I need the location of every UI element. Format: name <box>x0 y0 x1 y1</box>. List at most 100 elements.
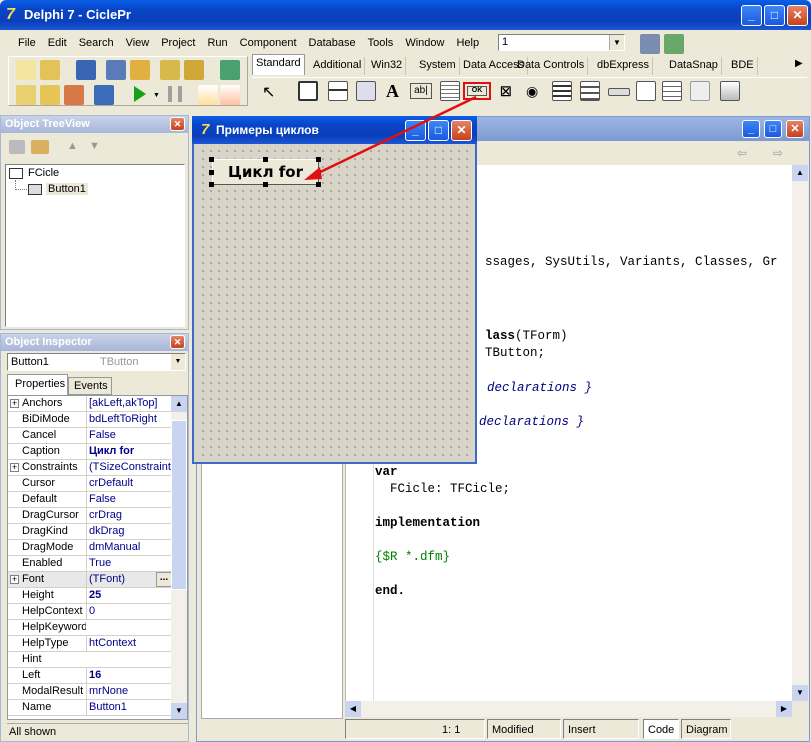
property-value[interactable]: 0 <box>86 604 174 619</box>
remove-from-project-icon[interactable] <box>184 60 204 80</box>
new-form-icon[interactable] <box>94 85 114 105</box>
property-row[interactable]: Cancel False <box>8 428 174 444</box>
menu-item-help[interactable]: Help <box>450 32 485 54</box>
property-value[interactable]: 25 <box>86 588 174 603</box>
font-ellipsis-button[interactable]: ... <box>156 572 172 587</box>
selection-handle[interactable] <box>316 170 321 175</box>
minimize-button[interactable]: _ <box>741 5 762 26</box>
view-unit-icon[interactable] <box>16 85 36 105</box>
property-row[interactable]: HelpContext 0 <box>8 604 174 620</box>
move-up-icon[interactable]: ▲ <box>67 140 78 152</box>
maximize-button[interactable]: □ <box>764 5 785 26</box>
run-icon[interactable] <box>134 86 146 102</box>
selection-handle[interactable] <box>209 182 214 187</box>
code-hscrollbar[interactable]: ◀ ▶ <box>345 701 792 717</box>
selection-handle[interactable] <box>263 157 268 162</box>
palette-scroll-right-icon[interactable]: ▶ <box>795 58 803 69</box>
combobox-icon[interactable] <box>580 81 600 101</box>
pause-icon[interactable] <box>168 86 182 102</box>
label-icon[interactable]: A <box>386 81 399 102</box>
property-row[interactable]: Left 16 <box>8 668 174 684</box>
menu-item-view[interactable]: View <box>120 32 156 54</box>
save-all-icon[interactable] <box>106 60 126 80</box>
code-vscrollbar[interactable]: ▲ ▼ <box>792 165 808 701</box>
treeview-close-button[interactable]: ✕ <box>170 117 185 131</box>
selection-handle[interactable] <box>209 157 214 162</box>
property-row[interactable]: HelpType htContext <box>8 636 174 652</box>
delete-item-icon[interactable] <box>31 140 49 154</box>
scrollbar-icon[interactable] <box>608 88 630 96</box>
property-row[interactable]: Height 25 <box>8 588 174 604</box>
property-row[interactable]: + Font (TFont)... <box>8 572 174 588</box>
editor-close-button[interactable]: ✕ <box>786 120 804 138</box>
desktop-combo[interactable]: 1 ▼ <box>498 34 625 51</box>
open-project-icon[interactable] <box>130 60 150 80</box>
pointer-icon[interactable]: ↖ <box>262 82 275 102</box>
run-dropdown-icon[interactable]: ▼ <box>153 92 160 99</box>
property-value[interactable]: dmManual <box>86 540 174 555</box>
property-row[interactable]: HelpKeyword <box>8 620 174 636</box>
actionlist-icon[interactable] <box>720 81 740 101</box>
menu-item-search[interactable]: Search <box>73 32 120 54</box>
property-row[interactable]: Default False <box>8 492 174 508</box>
desktop-save-icon[interactable] <box>640 34 660 54</box>
property-value[interactable]: False <box>86 492 174 507</box>
expand-plus-icon[interactable]: + <box>10 575 19 584</box>
palette-tab-system[interactable]: System <box>416 57 460 75</box>
edit-icon[interactable]: ab| <box>410 83 432 99</box>
button-component-icon[interactable]: OK <box>463 82 491 100</box>
property-value[interactable]: bdLeftToRight <box>86 412 174 427</box>
property-row[interactable]: ModalResult mrNone <box>8 684 174 700</box>
groupbox-icon[interactable] <box>636 81 656 101</box>
checkbox-icon[interactable]: ☒ <box>500 84 512 100</box>
open-icon[interactable] <box>40 60 60 80</box>
property-value[interactable]: Цикл for <box>86 444 174 459</box>
expand-plus-icon[interactable]: + <box>10 463 19 472</box>
scroll-left-icon[interactable]: ◀ <box>345 701 361 717</box>
palette-tab-additional[interactable]: Additional <box>310 57 366 75</box>
palette-tab-bde[interactable]: BDE <box>728 57 758 75</box>
menu-item-file[interactable]: File <box>12 32 42 54</box>
toggle-form-unit-icon[interactable] <box>64 85 84 105</box>
frames-icon[interactable] <box>298 81 318 101</box>
property-row[interactable]: Name Button1 <box>8 700 174 716</box>
property-value[interactable]: htContext <box>86 636 174 651</box>
property-value[interactable]: dkDrag <box>86 524 174 539</box>
property-value[interactable]: (TSizeConstraints) <box>86 460 174 475</box>
property-value[interactable]: [akLeft,akTop] <box>86 396 174 411</box>
tree-child[interactable]: Button1 <box>46 183 88 195</box>
menu-item-tools[interactable]: Tools <box>362 32 400 54</box>
tab-diagram[interactable]: Diagram <box>681 719 731 739</box>
palette-tab-data-controls[interactable]: Data Controls <box>514 57 589 75</box>
inspector-close-button[interactable]: ✕ <box>170 335 185 349</box>
tree-root[interactable]: FCicle <box>28 167 59 179</box>
trace-into-icon[interactable] <box>198 85 218 105</box>
new-item-icon[interactable] <box>9 140 25 154</box>
panel-icon[interactable] <box>690 81 710 101</box>
memo-icon[interactable] <box>440 81 460 101</box>
palette-tab-win32[interactable]: Win32 <box>368 57 407 75</box>
inspector-scrollbar[interactable]: ▲ ▼ <box>171 396 187 719</box>
forward-icon[interactable]: ⇨ <box>773 146 783 160</box>
selection-handle[interactable] <box>263 182 268 187</box>
radiogroup-icon[interactable] <box>662 81 682 101</box>
listbox-icon[interactable] <box>552 81 572 101</box>
form-close-button[interactable]: ✕ <box>451 120 472 141</box>
tab-properties[interactable]: Properties <box>7 374 68 395</box>
menu-item-project[interactable]: Project <box>155 32 201 54</box>
scroll-right-icon[interactable]: ▶ <box>776 701 792 717</box>
back-icon[interactable]: ⇦ <box>737 146 747 160</box>
property-value[interactable]: mrNone <box>86 684 174 699</box>
property-row[interactable]: + Constraints (TSizeConstraints) <box>8 460 174 476</box>
selection-handle[interactable] <box>316 157 321 162</box>
form-minimize-button[interactable]: _ <box>405 120 426 141</box>
save-icon[interactable] <box>76 60 96 80</box>
scroll-down-icon[interactable]: ▼ <box>171 703 187 719</box>
form-maximize-button[interactable]: □ <box>428 120 449 141</box>
expand-plus-icon[interactable]: + <box>10 399 19 408</box>
property-row[interactable]: DragCursor crDrag <box>8 508 174 524</box>
menu-item-run[interactable]: Run <box>201 32 233 54</box>
scroll-thumb[interactable] <box>171 420 187 590</box>
property-value[interactable]: 16 <box>86 668 174 683</box>
editor-minimize-button[interactable]: _ <box>742 120 760 138</box>
